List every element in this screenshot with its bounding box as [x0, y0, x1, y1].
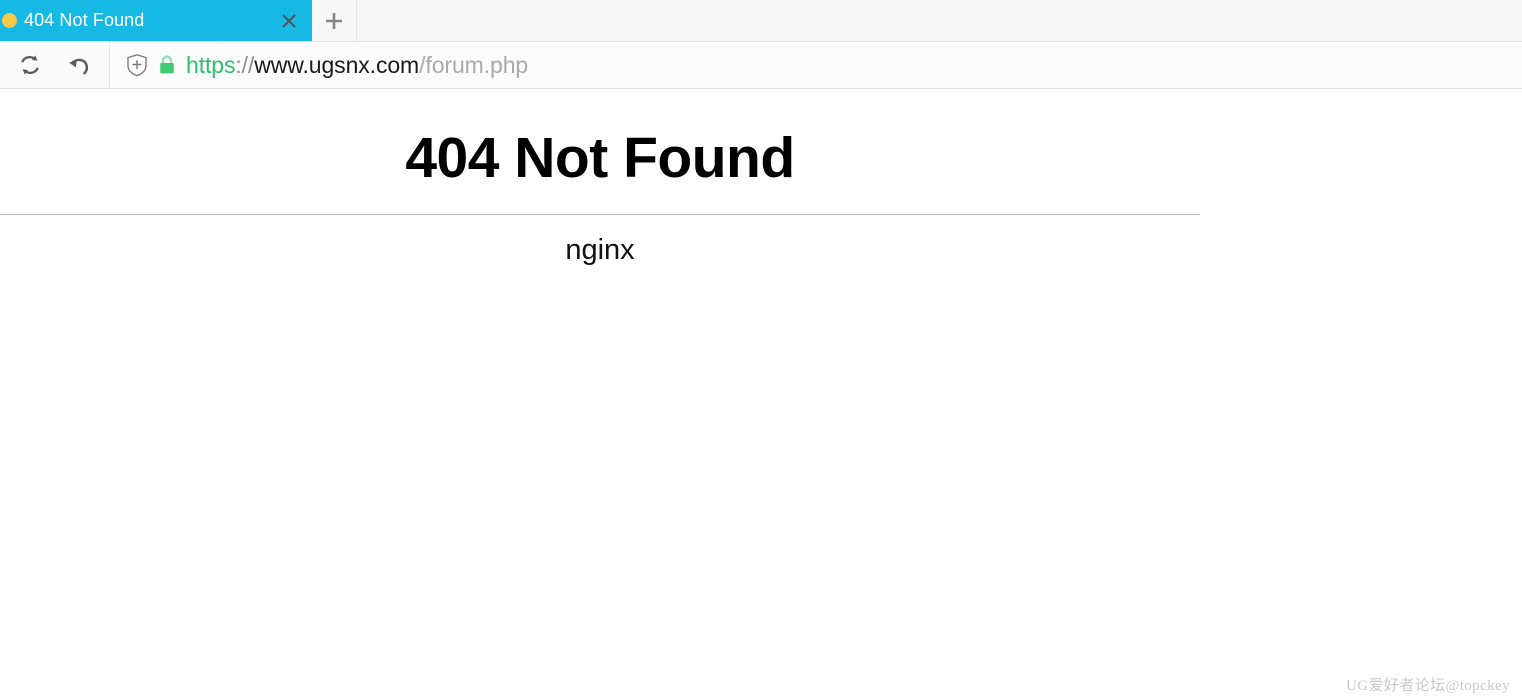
reload-icon — [21, 55, 40, 75]
close-icon[interactable] — [274, 0, 304, 41]
new-tab-button[interactable] — [312, 0, 356, 41]
url-separator: :// — [235, 52, 255, 78]
page-content: 404 Not Found nginx UG爱好者论坛@topckey — [0, 89, 1522, 700]
page-title: 404 Not Found — [405, 126, 795, 190]
plus-icon — [326, 12, 342, 29]
tab-strip-empty-area[interactable] — [356, 0, 1522, 41]
green-padlock-icon[interactable] — [150, 50, 184, 80]
browser-toolbar: https://www.ugsnx.com/forum.php — [0, 42, 1522, 89]
url-host: www.ugsnx.com — [254, 52, 420, 78]
browser-tab-404-not-found[interactable]: 404 Not Found — [0, 0, 312, 41]
url-path: /forum.php — [419, 52, 529, 78]
shield-plus-icon[interactable] — [124, 50, 150, 80]
error-document: 404 Not Found nginx — [0, 89, 1522, 267]
favicon — [0, 0, 17, 41]
watermark: UG爱好者论坛@topckey — [1346, 678, 1510, 694]
reload-button[interactable] — [9, 44, 51, 86]
tab-strip: 404 Not Found — [0, 0, 1522, 42]
navigation-buttons — [0, 42, 110, 88]
browser-window: 404 Not Found https://www.ugsnx.com/foru… — [0, 0, 1522, 700]
back-button[interactable] — [58, 44, 100, 86]
address-bar[interactable]: https://www.ugsnx.com/forum.php — [110, 42, 1522, 88]
url-scheme: https — [186, 52, 236, 78]
server-signature: nginx — [565, 233, 635, 266]
url-text[interactable]: https://www.ugsnx.com/forum.php — [186, 50, 528, 80]
back-arrow-icon — [69, 58, 89, 74]
tab-title: 404 Not Found — [24, 10, 145, 30]
